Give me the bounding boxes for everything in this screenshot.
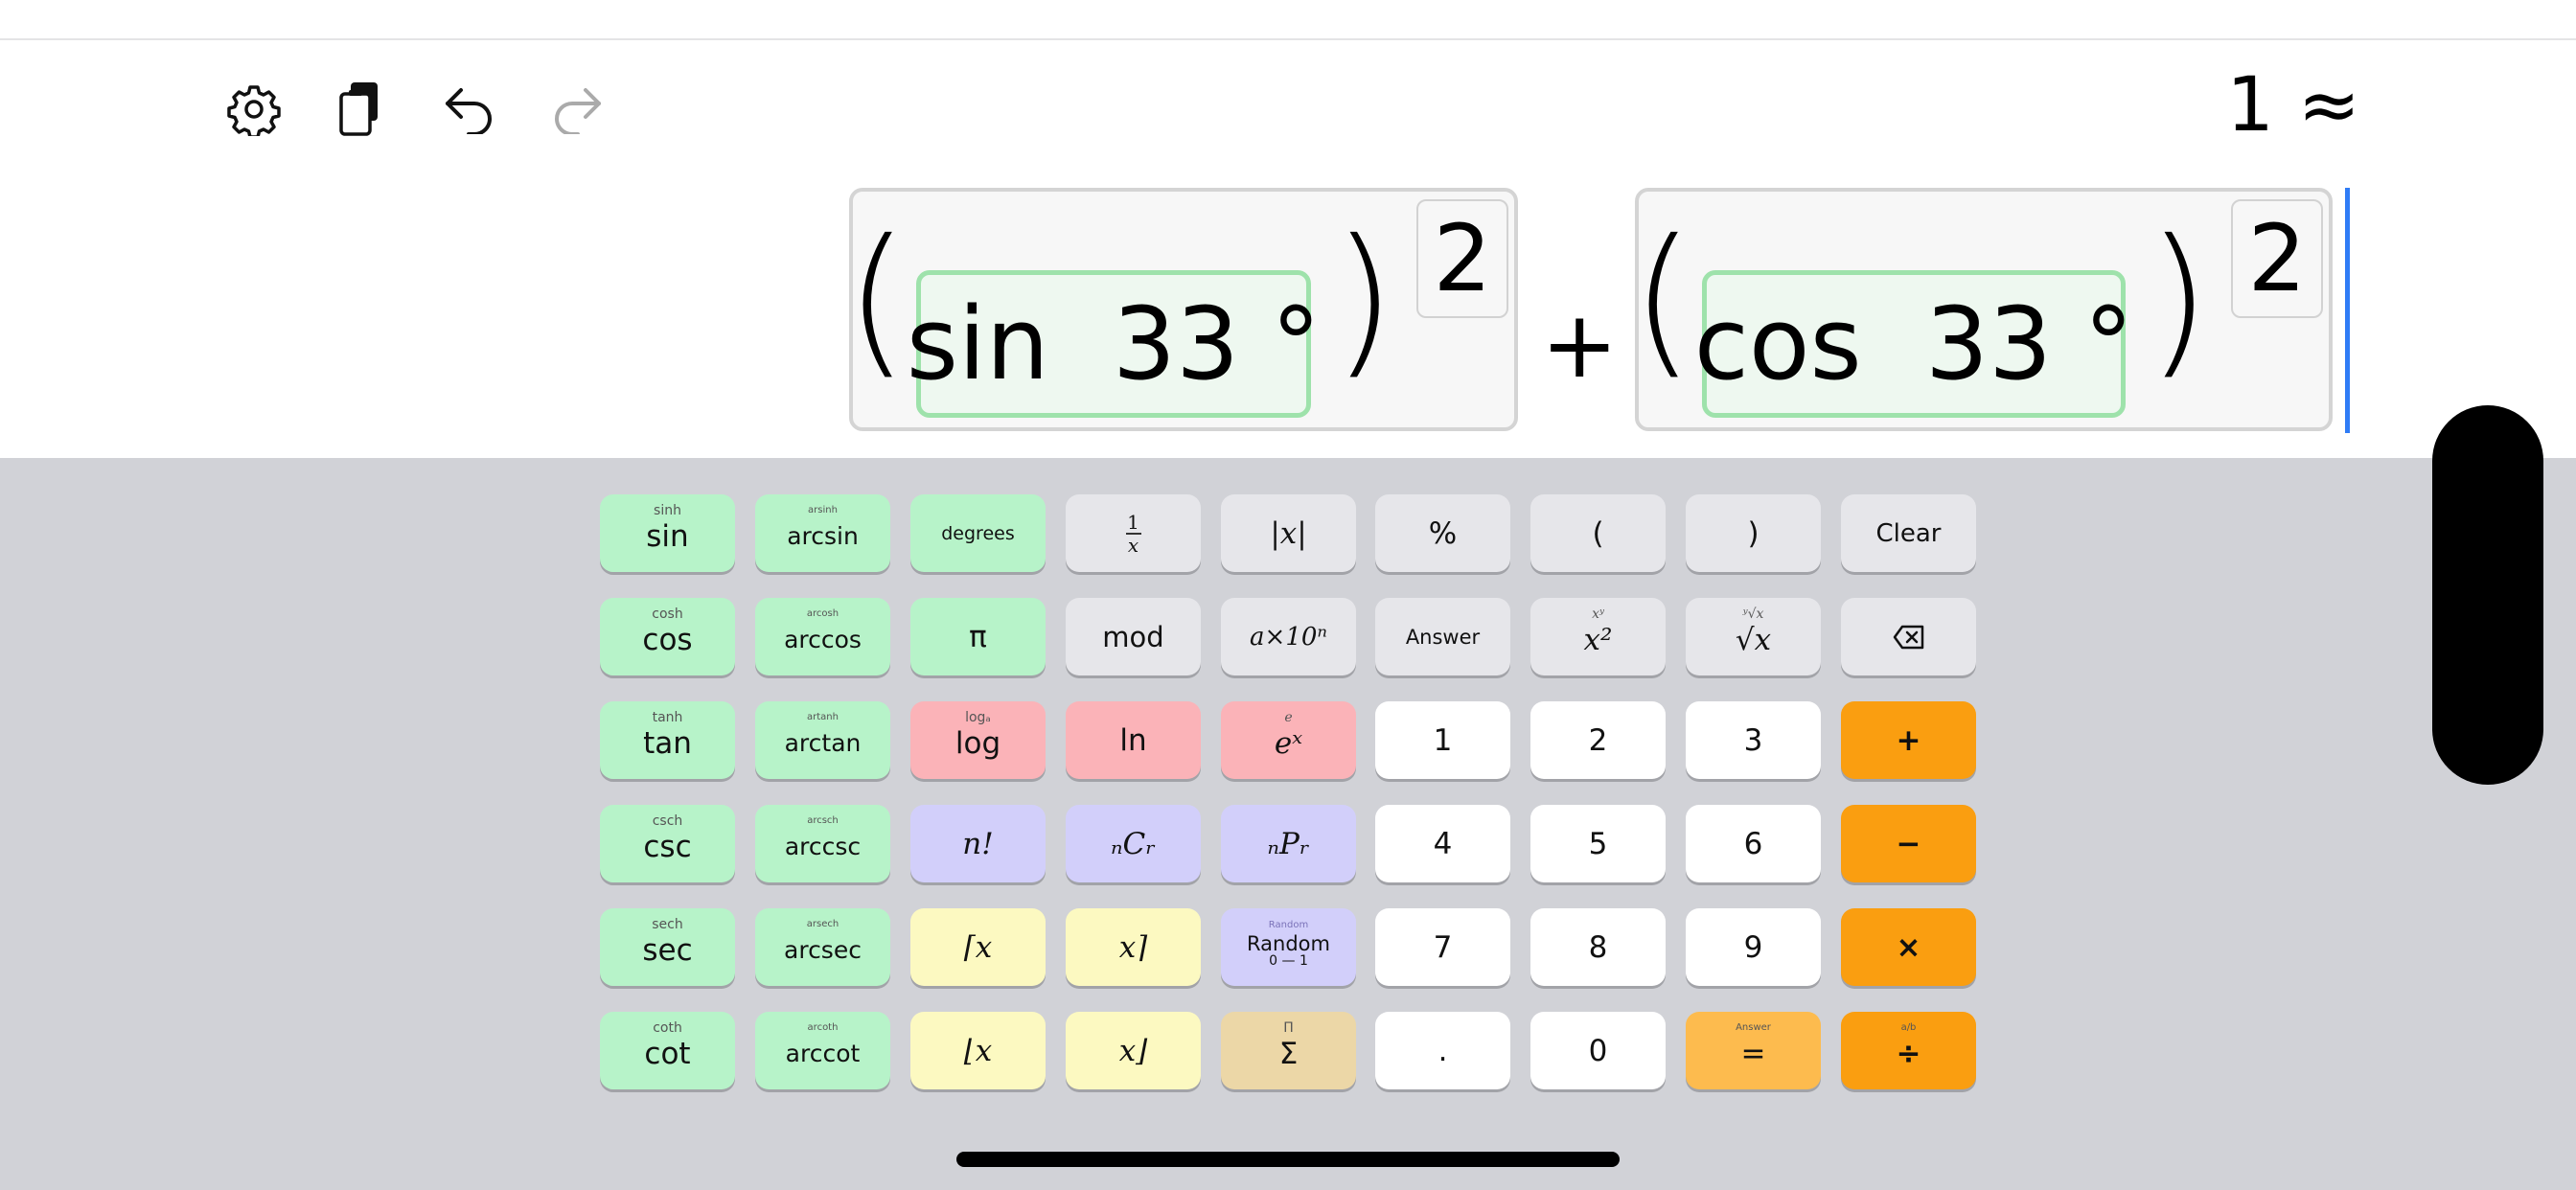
digit-7-key[interactable]: 7 bbox=[1375, 908, 1510, 986]
digit-5-key[interactable]: 5 bbox=[1530, 805, 1666, 882]
random-key[interactable]: Random Random 0 — 1 bbox=[1221, 908, 1356, 986]
factorial-key[interactable]: n! bbox=[910, 805, 1046, 882]
term1-group[interactable]: ( sin 33 ° ) 2 bbox=[845, 188, 1518, 431]
mod-key[interactable]: mod bbox=[1066, 598, 1201, 675]
divide-key[interactable]: a/b ÷ bbox=[1841, 1012, 1976, 1089]
reciprocal-key[interactable]: 1 x bbox=[1066, 494, 1201, 572]
sec-key[interactable]: sech sec bbox=[600, 908, 735, 986]
undo-button[interactable] bbox=[436, 75, 505, 144]
degrees-key[interactable]: degrees bbox=[910, 494, 1046, 572]
ceiling-right-key[interactable]: x⌉ bbox=[1066, 908, 1201, 986]
term2-group[interactable]: ( cos 33 ° ) 2 bbox=[1631, 188, 2333, 431]
exp-key[interactable]: e eˣ bbox=[1221, 701, 1356, 779]
arcsec-key[interactable]: arsech arcsec bbox=[755, 908, 890, 986]
digit-6-key[interactable]: 6 bbox=[1686, 805, 1821, 882]
open-paren: ( bbox=[1631, 205, 1695, 395]
digit-3-key[interactable]: 3 bbox=[1686, 701, 1821, 779]
backspace-icon bbox=[1893, 625, 1923, 649]
arctan-key[interactable]: artanh arctan bbox=[755, 701, 890, 779]
digit-1-key[interactable]: 1 bbox=[1375, 701, 1510, 779]
equals-key[interactable]: Answer = bbox=[1686, 1012, 1821, 1089]
floor-right-key[interactable]: x⌋ bbox=[1066, 1012, 1201, 1089]
close-paren: ) bbox=[1332, 205, 1396, 395]
keyboard-drag-handle[interactable] bbox=[2432, 405, 2543, 785]
sin-key[interactable]: sinh sin bbox=[600, 494, 735, 572]
copy-icon bbox=[339, 82, 378, 136]
log-key[interactable]: logₐ log bbox=[910, 701, 1046, 779]
close-paren: ) bbox=[2147, 205, 2211, 395]
result-display: 1 ≈ bbox=[2226, 62, 2360, 149]
cos-key[interactable]: cosh cos bbox=[600, 598, 735, 675]
percent-key[interactable]: % bbox=[1375, 494, 1510, 572]
ln-key[interactable]: ln bbox=[1066, 701, 1201, 779]
add-key[interactable]: + bbox=[1841, 701, 1976, 779]
square-key[interactable]: xʸ x² bbox=[1530, 598, 1666, 675]
right-paren-key[interactable]: ) bbox=[1686, 494, 1821, 572]
undo-icon bbox=[446, 88, 492, 134]
tan-key[interactable]: tanh tan bbox=[600, 701, 735, 779]
digit-0-key[interactable]: 0 bbox=[1530, 1012, 1666, 1089]
keypad: sinh sin arsinh arcsin degrees 1 x |x| %… bbox=[0, 458, 2576, 1190]
sin-function-box[interactable]: sin 33 ° bbox=[907, 270, 1321, 418]
sqrt-key[interactable]: ʸ√x √x bbox=[1686, 598, 1821, 675]
digit-4-key[interactable]: 4 bbox=[1375, 805, 1510, 882]
cot-key[interactable]: coth cot bbox=[600, 1012, 735, 1089]
redo-icon bbox=[555, 88, 601, 134]
term1-exponent[interactable]: 2 bbox=[1416, 199, 1508, 318]
arccos-key[interactable]: arcosh arccos bbox=[755, 598, 890, 675]
arccot-key[interactable]: arcoth arccot bbox=[755, 1012, 890, 1089]
digit-8-key[interactable]: 8 bbox=[1530, 908, 1666, 986]
home-indicator[interactable] bbox=[956, 1152, 1620, 1167]
pi-key[interactable]: π bbox=[910, 598, 1046, 675]
copy-button[interactable] bbox=[328, 75, 397, 144]
arccsc-key[interactable]: arcsch arccsc bbox=[755, 805, 890, 882]
floor-left-key[interactable]: ⌊x bbox=[910, 1012, 1046, 1089]
decimal-point-key[interactable]: . bbox=[1375, 1012, 1510, 1089]
open-paren: ( bbox=[845, 205, 909, 395]
digit-9-key[interactable]: 9 bbox=[1686, 908, 1821, 986]
combination-key[interactable]: ₙCᵣ bbox=[1066, 805, 1201, 882]
text-cursor bbox=[2345, 188, 2350, 433]
ceiling-left-key[interactable]: ⌈x bbox=[910, 908, 1046, 986]
backspace-key[interactable] bbox=[1841, 598, 1976, 675]
term2-exponent[interactable]: 2 bbox=[2231, 199, 2323, 318]
settings-button[interactable] bbox=[219, 75, 288, 144]
redo-button[interactable] bbox=[541, 75, 610, 144]
plus-operator: + bbox=[1541, 291, 1619, 399]
multiply-key[interactable]: × bbox=[1841, 908, 1976, 986]
top-divider bbox=[0, 38, 2576, 40]
gear-icon bbox=[227, 85, 281, 136]
answer-key[interactable]: Answer bbox=[1375, 598, 1510, 675]
scientific-notation-key[interactable]: a×10ⁿ bbox=[1221, 598, 1356, 675]
left-paren-key[interactable]: ( bbox=[1530, 494, 1666, 572]
subtract-key[interactable]: − bbox=[1841, 805, 1976, 882]
csc-key[interactable]: csch csc bbox=[600, 805, 735, 882]
digit-2-key[interactable]: 2 bbox=[1530, 701, 1666, 779]
absolute-value-key[interactable]: |x| bbox=[1221, 494, 1356, 572]
summation-key[interactable]: Π Σ bbox=[1221, 1012, 1356, 1089]
clear-key[interactable]: Clear bbox=[1841, 494, 1976, 572]
permutation-key[interactable]: ₙPᵣ bbox=[1221, 805, 1356, 882]
cos-function-box[interactable]: cos 33 ° bbox=[1694, 270, 2133, 418]
arcsin-key[interactable]: arsinh arcsin bbox=[755, 494, 890, 572]
